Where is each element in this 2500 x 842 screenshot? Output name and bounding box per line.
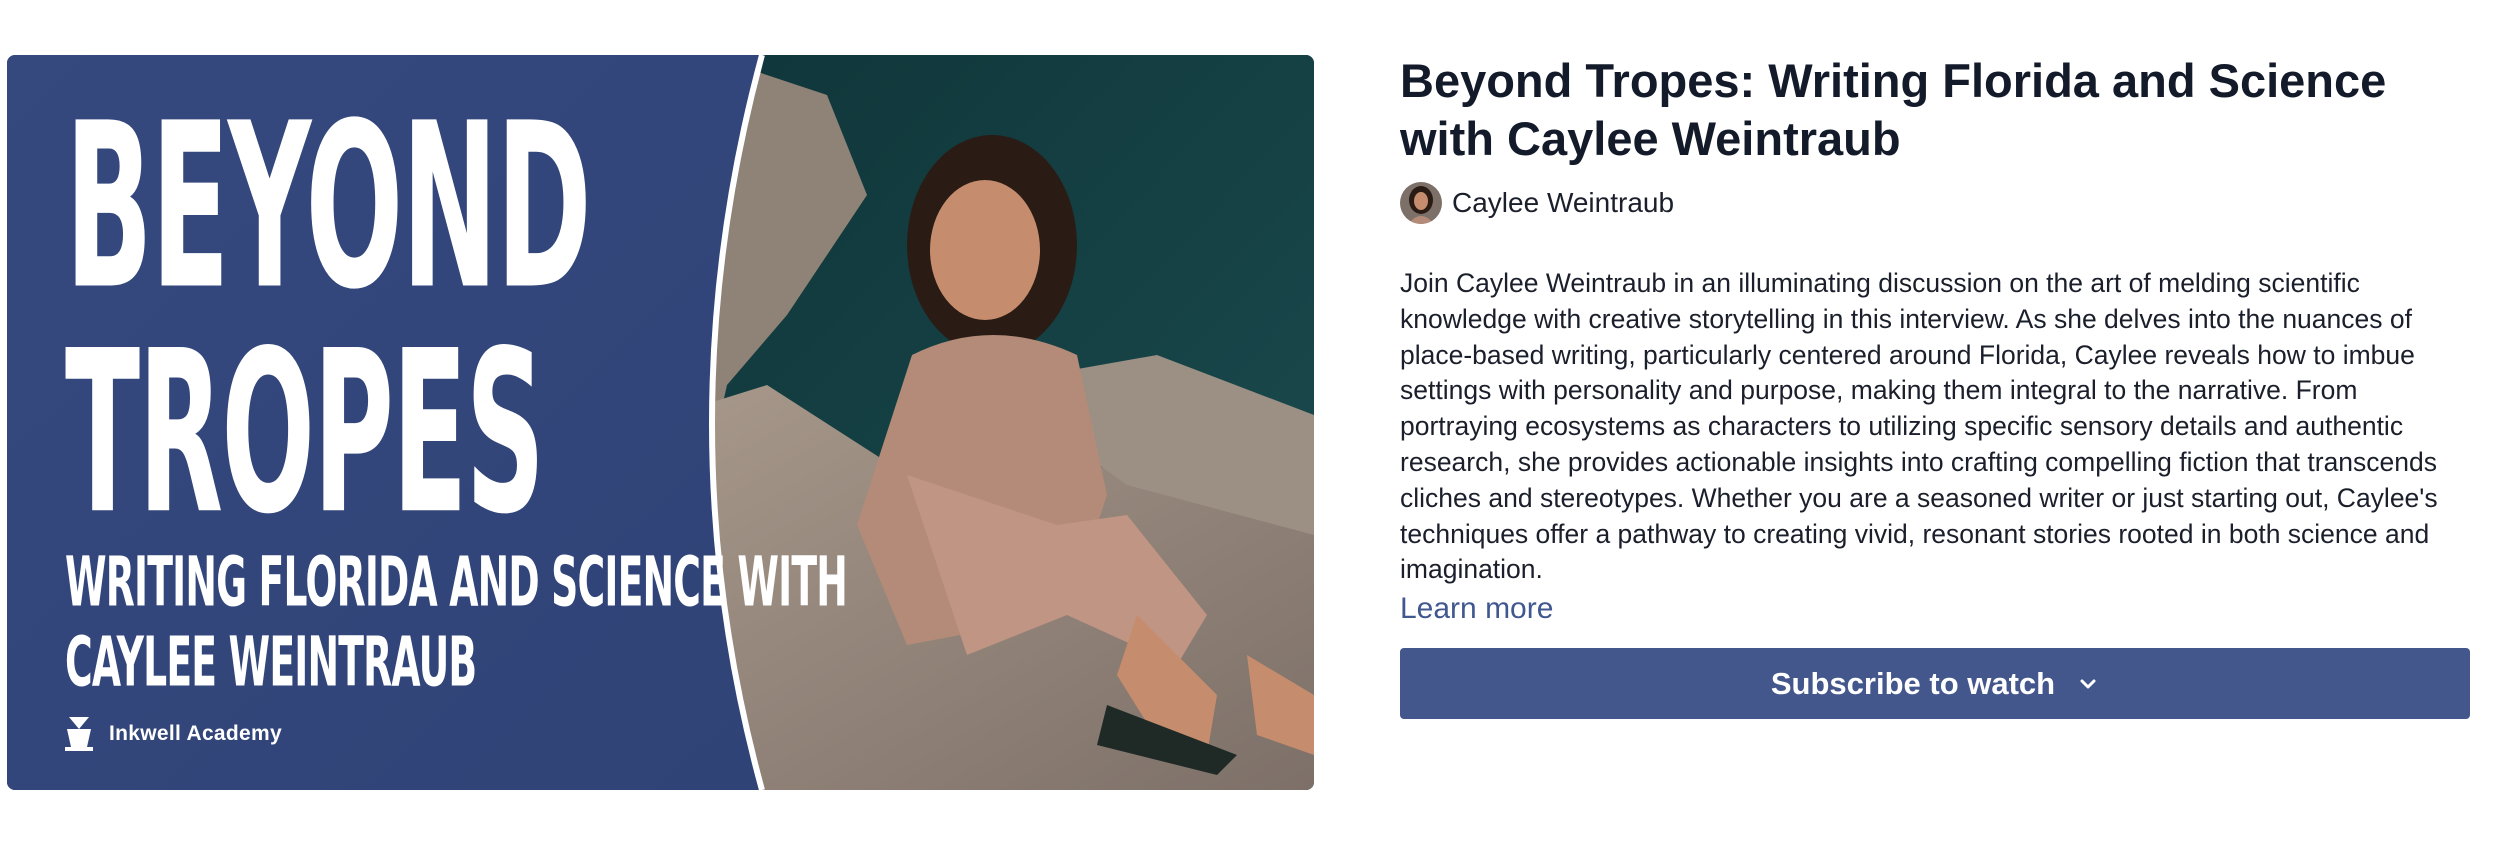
thumbnail-title-line1: BEYOND: [65, 75, 592, 341]
thumbnail-subtitle-line1: WRITING FLORIDA AND SCIENCE WITH: [65, 541, 848, 622]
chevron-down-icon: [2080, 679, 2096, 689]
author-row[interactable]: Caylee Weintraub: [1400, 182, 2470, 224]
brand-name: Inkwell Academy: [109, 722, 282, 745]
video-info: Beyond Tropes: Writing Florida and Scien…: [1400, 52, 2470, 720]
video-thumbnail[interactable]: BEYOND TROPES WRITING FLORIDA AND SCIENC…: [7, 55, 1314, 790]
thumbnail-subtitle-line2: CAYLEE WEINTRAUB: [65, 621, 477, 702]
video-detail-page: BEYOND TROPES WRITING FLORIDA AND SCIENC…: [0, 0, 2500, 842]
video-title: Beyond Tropes: Writing Florida and Scien…: [1400, 54, 2387, 165]
learn-more-link[interactable]: Learn more: [1400, 592, 1553, 626]
inkwell-logo-icon: [65, 717, 93, 751]
subscribe-button[interactable]: Subscribe to watch: [1400, 648, 2470, 720]
author-name[interactable]: Caylee Weintraub: [1452, 187, 1674, 219]
subscribe-button-label: Subscribe to watch: [1770, 665, 2056, 701]
video-description: Join Caylee Weintraub in an illuminating…: [1400, 268, 2438, 585]
avatar[interactable]: [1400, 182, 1442, 224]
thumbnail-title-line2: TROPES: [65, 303, 545, 565]
brand-mark: Inkwell Academy: [63, 715, 282, 753]
